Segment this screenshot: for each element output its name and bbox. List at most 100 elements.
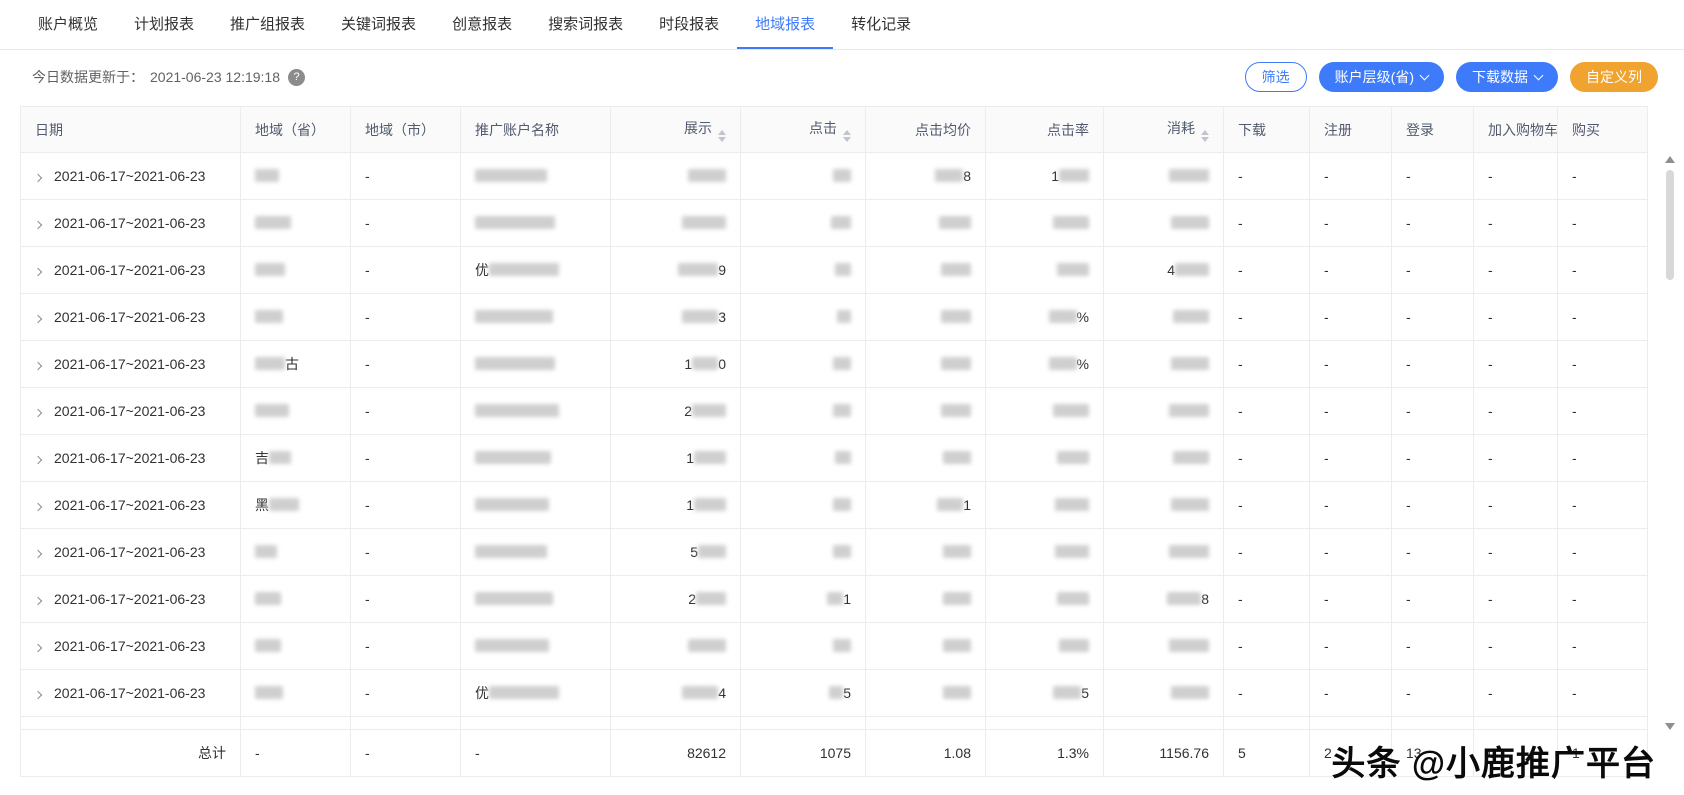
table-row: 2021-06-17~2021-06-23-8 1- - - - - (20, 152, 1648, 200)
cell-cost: 8 (1103, 575, 1224, 623)
cell-cost (1103, 199, 1224, 247)
date-range: 2021-06-17~2021-06-23 (54, 215, 206, 231)
cell-cart: - (1473, 622, 1558, 670)
sort-icon[interactable] (718, 129, 726, 142)
total-buy: 1 (1557, 729, 1648, 777)
tab-3[interactable]: 推广组报表 (212, 0, 323, 49)
visible-fragment: 1 (1051, 168, 1059, 184)
expand-row-icon[interactable] (33, 220, 43, 230)
tab-1[interactable]: 账户概览 (20, 0, 116, 49)
cell-city: - (350, 199, 461, 247)
table-row: 2021-06-17~2021-06-23-2 1 8- - - - - (20, 575, 1648, 623)
tab-2[interactable]: 计划报表 (116, 0, 212, 49)
redacted-value (489, 686, 559, 699)
total-cost: 1156.76 (1103, 729, 1224, 777)
scroll-down-icon[interactable] (1665, 723, 1675, 730)
scroll-up-icon[interactable] (1665, 156, 1675, 163)
cell-click (740, 246, 866, 294)
expand-row-icon[interactable] (33, 267, 43, 277)
cell-cart: - (1473, 481, 1558, 529)
custom-columns-button[interactable]: 自定义列 (1570, 62, 1658, 92)
cell-date: 2021-06-17~2021-06-23 (20, 481, 241, 529)
redacted-value (943, 592, 971, 605)
column-header-click[interactable]: 点击 (740, 106, 866, 153)
redacted-value (475, 451, 551, 464)
cell-login: - (1391, 199, 1474, 247)
redacted-value (255, 639, 281, 652)
total-cpc: 1.08 (865, 729, 986, 777)
tab-8[interactable]: 地域报表 (737, 0, 834, 49)
table-row: 2021-06-17~2021-06-23 黑 -1 1- - - - - (20, 481, 1648, 529)
redacted-value (1171, 216, 1209, 229)
tab-6[interactable]: 搜索词报表 (530, 0, 641, 49)
expand-row-icon[interactable] (33, 549, 43, 559)
column-header-show[interactable]: 展示 (610, 106, 741, 153)
filter-button[interactable]: 筛选 (1244, 62, 1307, 92)
redacted-value (827, 592, 844, 605)
table-row: 2021-06-17~2021-06-23-5- - - - - (20, 528, 1648, 576)
expand-row-icon[interactable] (33, 361, 43, 371)
cell-province (240, 575, 351, 623)
cell-account (460, 152, 611, 200)
cell-date: 2021-06-17~2021-06-23 (20, 199, 241, 247)
sort-icon[interactable] (1201, 129, 1209, 142)
total-register: 2 (1309, 729, 1392, 777)
redacted-value (692, 357, 719, 370)
redacted-value (694, 498, 726, 511)
cell-date: 2021-06-17~2021-06-23 (20, 622, 241, 670)
region-report-table: 日期 地域（省） 地域（市） 推广账户名称 展示 点击 点击均价 点击率 消耗 下载 注册 登录 加入购… (20, 106, 1648, 777)
help-icon[interactable]: ? (288, 68, 305, 86)
total-cart: 0 (1473, 729, 1558, 777)
expand-row-icon[interactable] (33, 408, 43, 418)
cell-cost (1103, 434, 1224, 482)
cell-register: - (1309, 481, 1392, 529)
table-row: 2021-06-17~2021-06-23 古 -1 0% - - - - - (20, 340, 1648, 388)
column-header-city: 地域（市） (350, 106, 461, 153)
cell-cost (1103, 293, 1224, 341)
expand-row-icon[interactable] (33, 690, 43, 700)
vertical-scrollbar[interactable] (1664, 156, 1676, 730)
tab-5[interactable]: 创意报表 (434, 0, 530, 49)
scrollbar-thumb[interactable] (1666, 170, 1674, 280)
cell-account (460, 622, 611, 670)
expand-row-icon[interactable] (33, 643, 43, 653)
redacted-value (682, 216, 726, 229)
redacted-value (255, 545, 277, 558)
expand-row-icon[interactable] (33, 596, 43, 606)
column-header-cart: 加入购物车 (1473, 106, 1558, 153)
cell-account: 优 (460, 669, 611, 717)
tab-7[interactable]: 时段报表 (641, 0, 737, 49)
cell-download: - (1223, 669, 1310, 717)
redacted-value (835, 451, 851, 464)
cell-account (460, 293, 611, 341)
download-data-dropdown[interactable]: 下载数据 (1456, 62, 1558, 92)
cell-city: - (350, 152, 461, 200)
account-level-dropdown[interactable]: 账户层级(省) (1318, 62, 1444, 92)
cell-cpc (865, 340, 986, 388)
date-range: 2021-06-17~2021-06-23 (54, 262, 206, 278)
cell-cpc (865, 669, 986, 717)
table-row: 2021-06-17~2021-06-23- - - - - - (20, 199, 1648, 247)
cell-cpc (865, 575, 986, 623)
cell-ctr: % (985, 293, 1104, 341)
redacted-value (1057, 451, 1089, 464)
expand-row-icon[interactable] (33, 314, 43, 324)
total-download: 5 (1223, 729, 1310, 777)
sort-icon[interactable] (843, 129, 851, 142)
column-header-cost[interactable]: 消耗 (1103, 106, 1224, 153)
cell-ctr: % (985, 340, 1104, 388)
redacted-value (682, 686, 719, 699)
expand-row-icon[interactable] (33, 502, 43, 512)
visible-fragment: 3 (718, 309, 726, 325)
redacted-value (255, 686, 283, 699)
visible-fragment: 4 (718, 685, 726, 701)
total-ctr: 1.3% (985, 729, 1104, 777)
expand-row-icon[interactable] (33, 455, 43, 465)
cell-cpc (865, 199, 986, 247)
cell-register: - (1309, 575, 1392, 623)
expand-row-icon[interactable] (33, 173, 43, 183)
cell-cart: - (1473, 246, 1558, 294)
tab-9[interactable]: 转化记录 (833, 0, 929, 49)
tab-4[interactable]: 关键词报表 (323, 0, 434, 49)
redacted-value (829, 686, 844, 699)
